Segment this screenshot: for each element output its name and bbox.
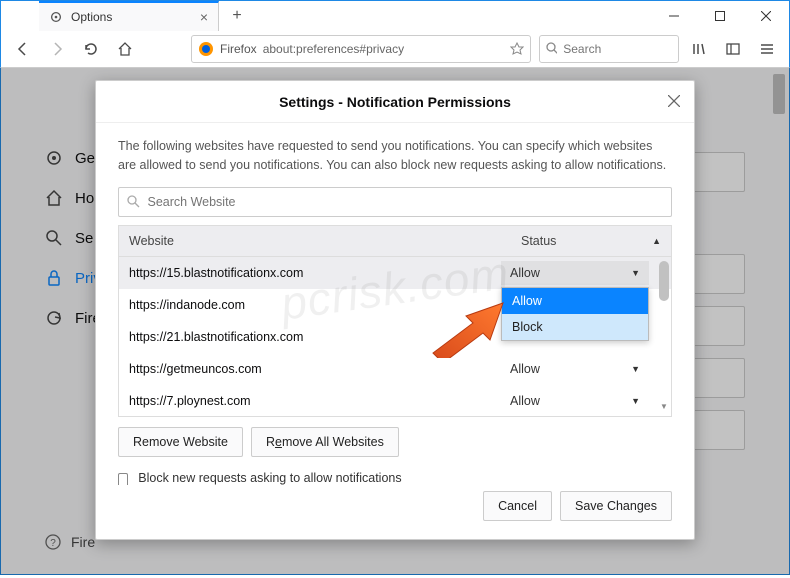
checkbox-label: Block new requests asking to allow notif… bbox=[138, 471, 672, 485]
search-icon bbox=[127, 195, 140, 208]
home-icon bbox=[117, 41, 133, 57]
block-new-requests-checkbox[interactable] bbox=[118, 473, 128, 486]
save-changes-button[interactable]: Save Changes bbox=[560, 491, 672, 521]
close-icon bbox=[668, 95, 680, 107]
scrollbar-thumb[interactable] bbox=[659, 261, 669, 301]
block-new-requests-row: Block new requests asking to allow notif… bbox=[118, 471, 672, 486]
sidebar-button[interactable] bbox=[717, 34, 749, 64]
search-icon bbox=[546, 42, 557, 55]
dialog-title: Settings - Notification Permissions bbox=[279, 94, 511, 110]
table-header: Website Status ▲ bbox=[118, 225, 672, 257]
search-bar[interactable] bbox=[539, 35, 679, 63]
dialog-header: Settings - Notification Permissions bbox=[96, 81, 694, 123]
back-icon bbox=[15, 41, 31, 57]
status-select[interactable]: Allow ▼ bbox=[501, 261, 649, 285]
status-select[interactable]: Allow ▼ bbox=[501, 357, 649, 381]
url-text: about:preferences#privacy bbox=[263, 42, 504, 56]
caret-down-icon: ▼ bbox=[631, 268, 640, 278]
dialog-body: The following websites have requested to… bbox=[96, 123, 694, 485]
identity-label: Firefox bbox=[220, 42, 257, 56]
table-row[interactable]: https://7.ploynest.com Allow ▼ bbox=[119, 385, 671, 417]
cell-website: https://21.blastnotificationx.com bbox=[119, 330, 495, 344]
gear-icon bbox=[49, 10, 63, 24]
cell-status[interactable]: Allow ▼ bbox=[495, 357, 655, 381]
cell-status[interactable]: Allow ▼ bbox=[495, 389, 655, 413]
remove-all-websites-button[interactable]: Remove All Websites bbox=[251, 427, 399, 457]
search-website-input[interactable] bbox=[148, 195, 664, 209]
library-icon bbox=[691, 41, 707, 57]
tab-title: Options bbox=[71, 10, 112, 24]
caret-up-icon: ▲ bbox=[652, 236, 661, 246]
notification-permissions-dialog: Settings - Notification Permissions The … bbox=[95, 80, 695, 540]
permissions-table: Website Status ▲ https://15.blastnotifica… bbox=[118, 225, 672, 417]
plus-icon: + bbox=[232, 7, 241, 25]
cell-website: https://15.blastnotificationx.com bbox=[119, 266, 495, 280]
remove-website-button[interactable]: Remove Website bbox=[118, 427, 243, 457]
col-status[interactable]: Status ▲ bbox=[511, 234, 671, 248]
status-value: Allow bbox=[510, 394, 540, 408]
caret-down-icon: ▼ bbox=[631, 364, 640, 374]
new-tab-button[interactable]: + bbox=[225, 4, 249, 28]
home-button[interactable] bbox=[109, 34, 141, 64]
window-minimize-button[interactable] bbox=[651, 1, 697, 31]
status-select[interactable]: Allow ▼ bbox=[501, 389, 649, 413]
close-tab-icon[interactable]: × bbox=[200, 9, 208, 25]
maximize-icon bbox=[715, 11, 725, 21]
cancel-button[interactable]: Cancel bbox=[483, 491, 552, 521]
forward-button[interactable] bbox=[41, 34, 73, 64]
status-value: Allow bbox=[510, 362, 540, 376]
caret-down-icon: ▼ bbox=[631, 396, 640, 406]
cell-status[interactable]: Allow▼ Allow Block bbox=[495, 261, 655, 285]
reload-button[interactable] bbox=[75, 34, 107, 64]
table-body: https://15.blastnotificationx.com Allow ▼… bbox=[118, 257, 672, 417]
table-scrollbar[interactable]: ▼ bbox=[659, 261, 669, 411]
dialog-close-button[interactable] bbox=[664, 91, 684, 111]
table-row[interactable]: https://15.blastnotificationx.com Allow ▼… bbox=[119, 257, 671, 289]
sidebar-icon bbox=[725, 41, 741, 57]
menu-button[interactable] bbox=[751, 34, 783, 64]
btn-label-tail: move All Websites bbox=[282, 435, 384, 449]
firefox-icon bbox=[198, 41, 214, 57]
library-button[interactable] bbox=[683, 34, 715, 64]
dropdown-option-block[interactable]: Block bbox=[502, 314, 648, 340]
window-close-button[interactable] bbox=[743, 1, 789, 31]
hamburger-icon bbox=[759, 41, 775, 57]
scrollbar-down-icon[interactable]: ▼ bbox=[659, 402, 669, 411]
status-dropdown: Allow Block bbox=[501, 287, 649, 341]
minimize-icon bbox=[669, 11, 679, 21]
col-website[interactable]: Website bbox=[119, 234, 511, 248]
back-button[interactable] bbox=[7, 34, 39, 64]
dialog-description: The following websites have requested to… bbox=[118, 137, 672, 175]
bookmark-star-icon[interactable] bbox=[510, 42, 524, 56]
forward-icon bbox=[49, 41, 65, 57]
table-row[interactable]: https://getmeuncos.com Allow ▼ bbox=[119, 353, 671, 385]
cell-website: https://indanode.com bbox=[119, 298, 495, 312]
search-input[interactable] bbox=[563, 42, 672, 56]
close-icon bbox=[761, 11, 771, 21]
cell-website: https://getmeuncos.com bbox=[119, 362, 495, 376]
cell-website: https://7.ploynest.com bbox=[119, 394, 495, 408]
reload-icon bbox=[83, 41, 99, 57]
window-titlebar: Options × + bbox=[0, 0, 790, 30]
dialog-footer: Cancel Save Changes bbox=[96, 485, 694, 539]
dropdown-option-allow[interactable]: Allow bbox=[502, 288, 648, 314]
status-value: Allow bbox=[510, 266, 540, 280]
browser-toolbar: Firefox about:preferences#privacy bbox=[0, 30, 790, 68]
browser-tab[interactable]: Options × bbox=[39, 1, 219, 31]
window-maximize-button[interactable] bbox=[697, 1, 743, 31]
col-status-label: Status bbox=[521, 234, 556, 248]
search-website-field[interactable] bbox=[118, 187, 672, 217]
address-bar[interactable]: Firefox about:preferences#privacy bbox=[191, 35, 531, 63]
remove-buttons-row: Remove Website Remove All Websites bbox=[118, 427, 672, 457]
